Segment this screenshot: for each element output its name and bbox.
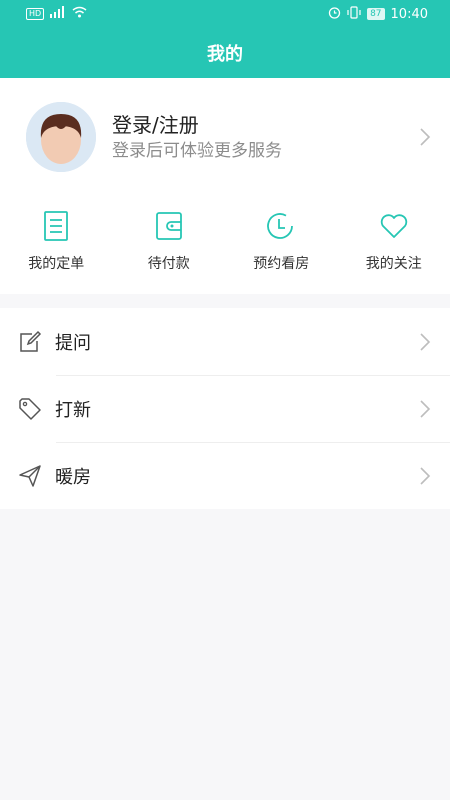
- status-bar: HD 87 10:40: [0, 0, 450, 28]
- quick-label: 待付款: [147, 256, 190, 272]
- paper-plane-icon: [19, 464, 41, 487]
- vibrate-icon: [347, 5, 361, 23]
- default-avatar-icon: [26, 102, 96, 172]
- heart-icon: [380, 214, 407, 238]
- profile-card: 登录/注册 登录后可体验更多服务 我的定单 待付款 预约看房 我的关注: [0, 78, 450, 294]
- login-register-row[interactable]: 登录/注册 登录后可体验更多服务: [0, 78, 450, 196]
- menu-label: 打新: [55, 399, 91, 421]
- header-bar: HD 87 10:40 我的: [0, 0, 450, 78]
- wifi-icon: [72, 6, 87, 22]
- chevron-right-icon: [420, 332, 431, 351]
- menu-item-housewarming[interactable]: 暖房: [0, 442, 450, 509]
- tag-icon: [19, 397, 41, 420]
- quick-actions: 我的定单 待付款 预约看房 我的关注: [0, 196, 450, 294]
- menu-label: 提问: [55, 332, 91, 354]
- quick-label: 预约看房: [253, 256, 310, 272]
- quick-my-orders[interactable]: 我的定单: [0, 196, 113, 294]
- wallet-icon: [155, 212, 182, 240]
- clock-time: 10:40: [390, 6, 428, 22]
- battery-indicator: 87: [367, 8, 385, 20]
- status-left: HD: [26, 6, 87, 22]
- alarm-icon: [328, 6, 341, 23]
- login-register-label[interactable]: 登录/注册: [112, 112, 282, 138]
- menu-list: 提问 打新 暖房: [0, 308, 450, 509]
- profile-text: 登录/注册 登录后可体验更多服务: [112, 112, 282, 162]
- login-hint: 登录后可体验更多服务: [112, 141, 282, 161]
- menu-item-new-launch[interactable]: 打新: [0, 375, 450, 442]
- status-right: 87 10:40: [328, 5, 428, 23]
- quick-label: 我的定单: [28, 256, 85, 272]
- clock-icon: [267, 213, 294, 239]
- quick-book-viewing[interactable]: 预约看房: [225, 196, 338, 294]
- menu-label: 暖房: [55, 466, 91, 488]
- quick-pending-payment[interactable]: 待付款: [113, 196, 226, 294]
- quick-my-follows[interactable]: 我的关注: [338, 196, 450, 294]
- menu-item-ask[interactable]: 提问: [0, 308, 450, 375]
- chevron-right-icon: [420, 399, 431, 418]
- document-icon: [44, 211, 69, 241]
- signal-icon: [50, 6, 66, 22]
- chevron-right-icon: [420, 466, 431, 485]
- chevron-right-icon: [420, 128, 431, 146]
- hd-badge: HD: [26, 8, 45, 20]
- edit-icon: [20, 330, 42, 352]
- page-title: 我的: [207, 44, 243, 65]
- quick-label: 我的关注: [365, 256, 422, 272]
- avatar[interactable]: [26, 102, 96, 172]
